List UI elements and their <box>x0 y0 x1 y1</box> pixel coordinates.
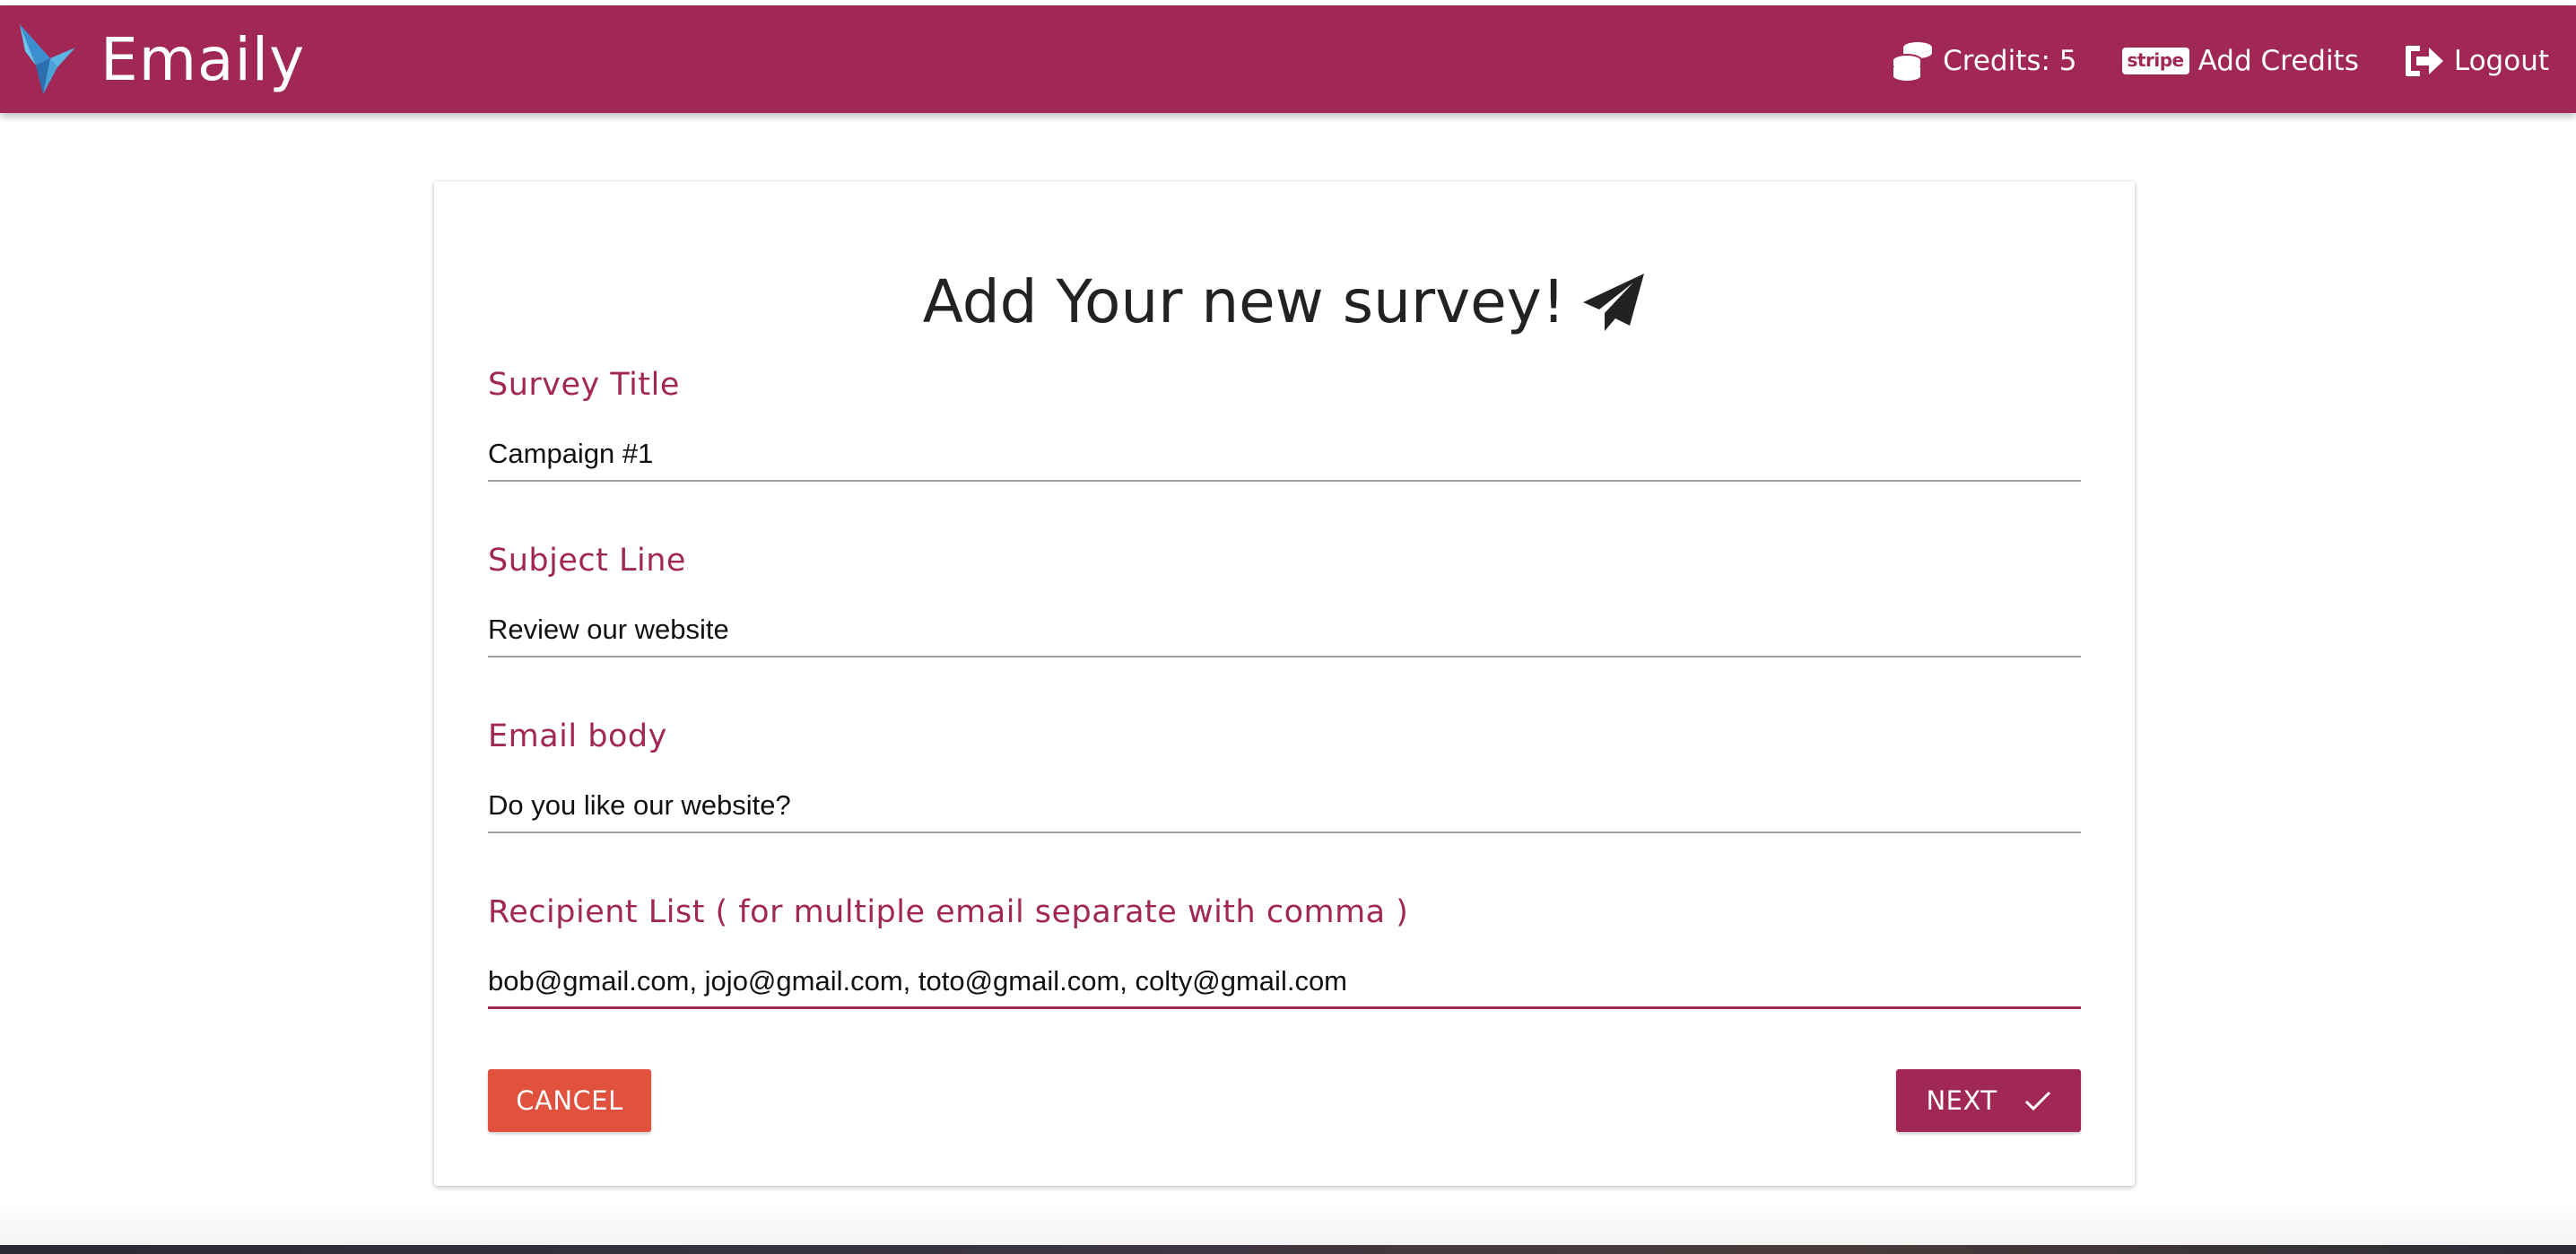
subject-line-field: Subject Line <box>488 545 2081 657</box>
check-icon <box>2024 1091 2050 1111</box>
recipient-list-field: Recipient List ( for multiple email sepa… <box>488 897 2081 1009</box>
app-title: Emaily <box>100 25 306 94</box>
next-label: NEXT <box>1926 1085 1997 1116</box>
subject-line-label: Subject Line <box>488 543 686 579</box>
add-credits-button[interactable]: stripe Add Credits <box>2121 45 2359 77</box>
credits-label: Credits: 5 <box>1943 45 2077 77</box>
subject-line-input[interactable] <box>488 604 2081 657</box>
brand-link[interactable]: Emaily <box>18 20 305 100</box>
next-button[interactable]: NEXT <box>1896 1069 2081 1132</box>
logout-button[interactable]: Logout <box>2404 44 2549 78</box>
bird-logo-icon <box>20 24 75 94</box>
survey-title-input[interactable] <box>488 428 2081 482</box>
sign-out-icon <box>2405 46 2443 76</box>
form-title: Add Your new survey! <box>922 267 1566 336</box>
cancel-label: CANCEL <box>516 1085 623 1116</box>
stripe-icon: stripe <box>2121 48 2189 74</box>
nav-menu: Credits: 5 stripe Add Credits Logout <box>1846 30 2549 91</box>
cancel-button[interactable]: CANCEL <box>488 1069 651 1132</box>
page: Emaily Credits: 5 stripe Add Credits Log… <box>0 0 2576 1254</box>
credits-display[interactable]: Credits: 5 <box>1891 40 2077 82</box>
desktop-edge <box>0 1245 2576 1254</box>
navbar: Emaily Credits: 5 stripe Add Credits Log… <box>0 5 2576 113</box>
add-credits-label: Add Credits <box>2197 45 2359 77</box>
recipient-list-input[interactable] <box>488 955 2081 1009</box>
coins-icon <box>1892 42 1933 82</box>
survey-form-card: Add Your new survey! Survey Title Subjec… <box>434 181 2135 1186</box>
email-body-field: Email body <box>488 721 2081 833</box>
logout-label: Logout <box>2453 45 2549 77</box>
form-heading: Add Your new survey! <box>434 267 2135 336</box>
email-body-label: Email body <box>488 718 667 754</box>
recipient-list-label: Recipient List ( for multiple email sepa… <box>488 894 1409 930</box>
survey-title-label: Survey Title <box>488 367 680 403</box>
bottom-fade <box>0 1202 2576 1245</box>
survey-title-field: Survey Title <box>488 370 2081 482</box>
email-body-input[interactable] <box>488 779 2081 833</box>
paper-plane-icon <box>1583 273 1645 331</box>
